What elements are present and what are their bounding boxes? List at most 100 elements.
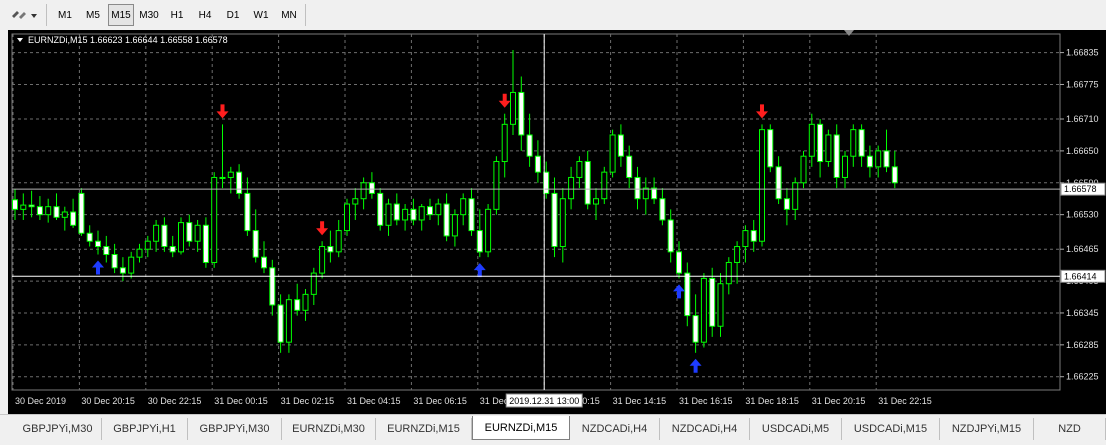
chart-tab[interactable]: GBPJPYi,M30 [14,418,102,440]
timeframe-button-mn[interactable]: MN [276,4,302,26]
candle-body [593,198,599,205]
header-dropdown-icon [17,38,23,42]
x-tick-label: 30 Dec 22:15 [148,396,202,406]
timeframe-button-m30[interactable]: M30 [136,4,162,26]
candle-body [219,176,226,179]
chart-tab[interactable]: GBPJPYi,M30 [188,418,282,440]
candle-body [136,248,143,258]
chart-tools-dropdown-button[interactable] [6,4,42,26]
chart-tabs-bar: GBPJPYi,M30 GBPJPYi,H1 GBPJPYi,M30 EURNZDi,… [0,414,1106,445]
x-tick-label: 31 Dec 04:15 [347,396,401,406]
current-price-label: 1.66578 [1064,184,1097,194]
candle-body [410,208,417,221]
candle-body [858,129,865,157]
candle-body [875,150,882,168]
x-tick-label: 31 Dec 02:15 [281,396,335,406]
x-tick-label: 31 Dec 06:15 [413,396,467,406]
candle-body [792,182,799,210]
x-tick-label: 31 Dec 16:15 [679,396,733,406]
candle-body [783,198,790,210]
timeframe-button-d1[interactable]: D1 [220,4,246,26]
candle-body [808,123,815,157]
candle-body [194,224,201,242]
chart-tab[interactable]: USDCADi,M5 [750,418,842,440]
candle-body [759,129,765,242]
timeframe-button-w1[interactable]: W1 [248,4,274,26]
candle-body [427,206,433,216]
candle-body [866,155,873,168]
candle-body [86,232,93,242]
candle-body [161,224,168,248]
candle-body [178,222,184,253]
buy-arrow-icon [473,263,486,278]
chart-tab[interactable]: EURNZDi,M30 [282,418,376,440]
timeframe-button-h4[interactable]: H4 [192,4,218,26]
candle-body [128,256,135,274]
candle-body [485,208,492,253]
x-tick-label: 31 Dec 22:15 [878,396,932,406]
candle-body [493,161,500,210]
candle-body [501,123,508,163]
sell-arrow-icon [216,104,229,119]
timeframe-button-h1[interactable]: H1 [164,4,190,26]
candle-body [277,304,284,343]
y-tick-label: 1.66465 [1066,244,1099,254]
candle-body [385,203,392,226]
candle-body [725,261,732,285]
x-tick-label: 31 Dec 14:15 [613,396,667,406]
candle-body [742,230,749,248]
candle-body [70,211,77,226]
candle-body [244,192,251,232]
x-tick-label: 30 Dec 20:15 [81,396,135,406]
candle-body [667,219,674,253]
timeframe-button-m1[interactable]: M1 [52,4,78,26]
candle-body [327,246,334,253]
chart-tab[interactable]: NZDCADi,H4 [570,418,660,440]
buy-arrow-icon [92,260,104,275]
candle-body [28,204,35,208]
candle-body [601,171,608,200]
sell-arrow-icon [756,104,768,119]
candle-body [202,224,209,263]
crosshair-price-label: 1.66414 [1064,271,1097,281]
candle-body [211,176,218,263]
candle-body [119,267,126,274]
timeframe-button-m5[interactable]: M5 [80,4,106,26]
candle-body [368,182,375,194]
candle-body [144,240,151,250]
timeframe-button-m15[interactable]: M15 [108,4,134,26]
y-tick-label: 1.66345 [1066,308,1099,318]
candle-body [551,192,558,248]
plot-border [11,33,1061,391]
y-tick-label: 1.66835 [1066,48,1099,58]
chart-tab[interactable]: EURNZDi,M15 [472,416,570,440]
buy-arrow-icon [689,358,702,373]
candle-body [319,246,326,274]
candle-body [393,203,400,221]
chart-tab[interactable]: GBPJPYi,H1 [102,418,188,440]
candle-body [352,198,359,205]
candle-body [842,155,848,178]
candle-body [443,203,450,237]
chart-tab[interactable]: EURNZDi,M15 [376,418,472,440]
chart-tab[interactable]: NZDCADi,H4 [660,418,750,440]
y-tick-label: 1.66775 [1066,79,1099,89]
candle-body [344,203,350,232]
candle-body [709,277,716,327]
candle-body [684,272,691,317]
chart-shift-marker-icon [844,30,854,36]
candle-body [236,171,243,194]
chart-tab[interactable]: NZD [1034,418,1106,440]
candle-body [534,155,541,173]
candle-body [568,176,575,200]
crosshair-tools-icon [12,11,37,19]
candle-body [651,187,658,200]
chart-tab[interactable]: NZDJPYi,M15 [940,418,1034,440]
chart-left-margin [0,30,8,414]
chart-header-label: EURNZDi,M15 1.66623 1.66644 1.66558 1.66… [28,35,228,45]
price-chart[interactable]: 1.668351.667751.667101.666501.665901.665… [8,30,1106,414]
chart-tab[interactable]: USDCADi,M15 [842,418,940,440]
candle-body [186,222,193,242]
chart-window[interactable]: 1.668351.667751.667101.666501.665901.665… [8,30,1106,414]
candle-body [626,155,633,178]
